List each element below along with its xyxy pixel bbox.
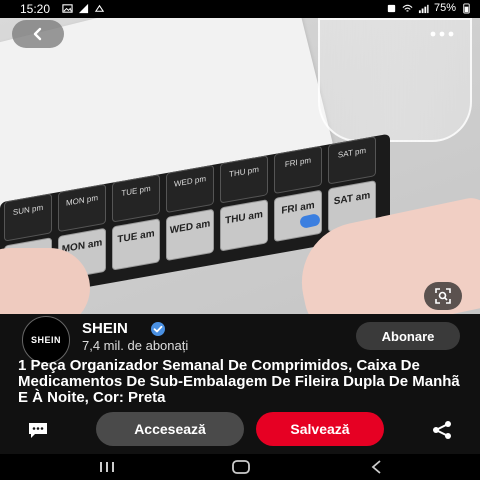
avatar[interactable]: SHEIN [22,316,70,364]
cloud-icon [94,4,105,12]
lid-label: SAT pm [328,136,376,185]
compartment-label: WED am [166,208,214,262]
signal-icon [78,3,89,14]
visit-button[interactable]: Accesează [96,412,244,446]
lid-label: TUE pm [112,174,160,223]
lid-label: MON pm [58,183,106,233]
pin-title: 1 Peça Organizador Semanal De Comprimido… [18,358,460,406]
left-hand [0,248,90,314]
gallery-icon [62,4,73,13]
status-time: 15:20 [20,2,51,16]
compartment-label: TUE am [112,218,160,271]
status-bar: 15:20 75% [0,0,480,18]
recent-apps-icon[interactable] [96,458,118,476]
cellular-icon [418,4,429,13]
battery-level: 75% [433,2,456,14]
chevron-left-icon [33,27,42,41]
home-icon[interactable] [230,458,252,476]
lens-icon [435,288,451,304]
follow-button[interactable]: Abonare [356,322,460,350]
follower-count: 7,4 mil. de abonați [82,338,189,353]
compartment-label: THU am [220,199,268,252]
lid-label: THU pm [220,155,268,204]
share-icon[interactable] [430,420,454,440]
battery-icon [463,2,470,14]
battery-saver-icon [387,4,396,12]
more-horizontal-icon [430,31,454,37]
back-button[interactable] [12,20,64,48]
comment-icon[interactable] [26,420,50,440]
lid-label: SUN pm [4,193,52,242]
profile-name[interactable]: SHEIN [82,320,128,337]
lid-label: FRI pm [274,145,322,195]
lid-label: WED pm [166,164,214,214]
back-nav-icon[interactable] [366,458,388,476]
status-left-icons [62,3,105,14]
more-options-button[interactable] [422,20,462,48]
save-button[interactable]: Salvează [256,412,384,446]
verified-badge-icon [151,322,165,336]
status-right: 75% [386,2,472,14]
wifi-icon [402,4,413,12]
visual-search-button[interactable] [424,282,462,310]
pin-image[interactable]: SUN pm MON pm TUE pm WED pm THU pm FRI p… [0,18,480,314]
